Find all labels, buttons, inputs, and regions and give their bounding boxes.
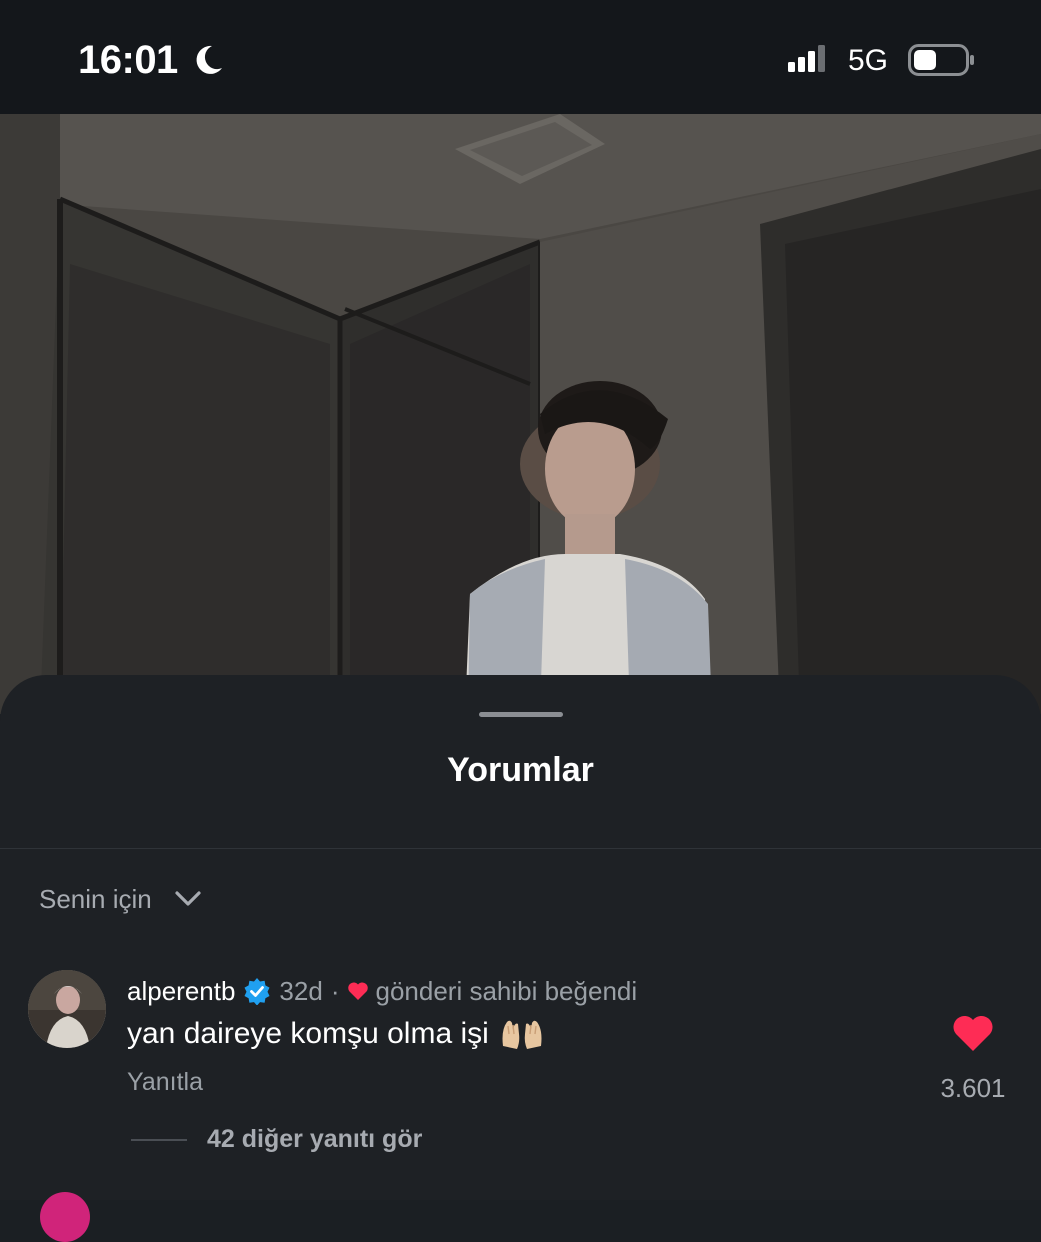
comment-age: 32d xyxy=(279,975,323,1006)
comment-text: yan daireye komşu olma işi xyxy=(127,1016,545,1052)
like-heart-icon[interactable] xyxy=(952,1015,994,1053)
chevron-down-icon xyxy=(175,891,201,906)
status-time: 16:01 xyxy=(78,38,178,82)
sheet-title: Yorumlar xyxy=(447,751,594,789)
reply-button[interactable]: Yanıtla xyxy=(127,1068,203,1097)
creator-liked-label: gönderi sahibi beğendi xyxy=(375,975,638,1006)
replies-divider-line xyxy=(131,1139,187,1141)
separator-dot: · xyxy=(330,975,340,1006)
sort-dropdown[interactable]: Senin için xyxy=(39,881,202,917)
status-bar: 16:01 5G xyxy=(0,0,1041,114)
comment-username[interactable]: alperentb xyxy=(127,976,235,1007)
raising-hands-emoji-icon xyxy=(502,1020,542,1049)
comment-header: alperentb 32d · gönderi sahibi beğendi xyxy=(127,974,637,1008)
heart-icon xyxy=(348,982,369,1000)
video-frame xyxy=(0,114,1041,714)
signal-icon xyxy=(788,45,825,72)
like-count: 3.601 xyxy=(940,1073,1006,1103)
avatar[interactable] xyxy=(28,970,106,1048)
verified-badge-icon xyxy=(244,978,270,1005)
moon-icon xyxy=(196,45,222,74)
network-type: 5G xyxy=(848,44,889,77)
sheet-grabber[interactable] xyxy=(479,712,563,717)
divider xyxy=(0,848,1041,849)
sort-label: Senin için xyxy=(39,883,152,914)
comments-sheet: Yorumlar Senin için alperentb 32d · gönd… xyxy=(0,675,1041,1242)
view-replies-button[interactable]: 42 diğer yanıtı gör xyxy=(207,1125,422,1154)
avatar-image xyxy=(28,970,106,1048)
battery-icon xyxy=(908,44,974,76)
video-player[interactable] xyxy=(0,114,1041,714)
comment-body: yan daireye komşu olma işi xyxy=(127,1017,489,1050)
